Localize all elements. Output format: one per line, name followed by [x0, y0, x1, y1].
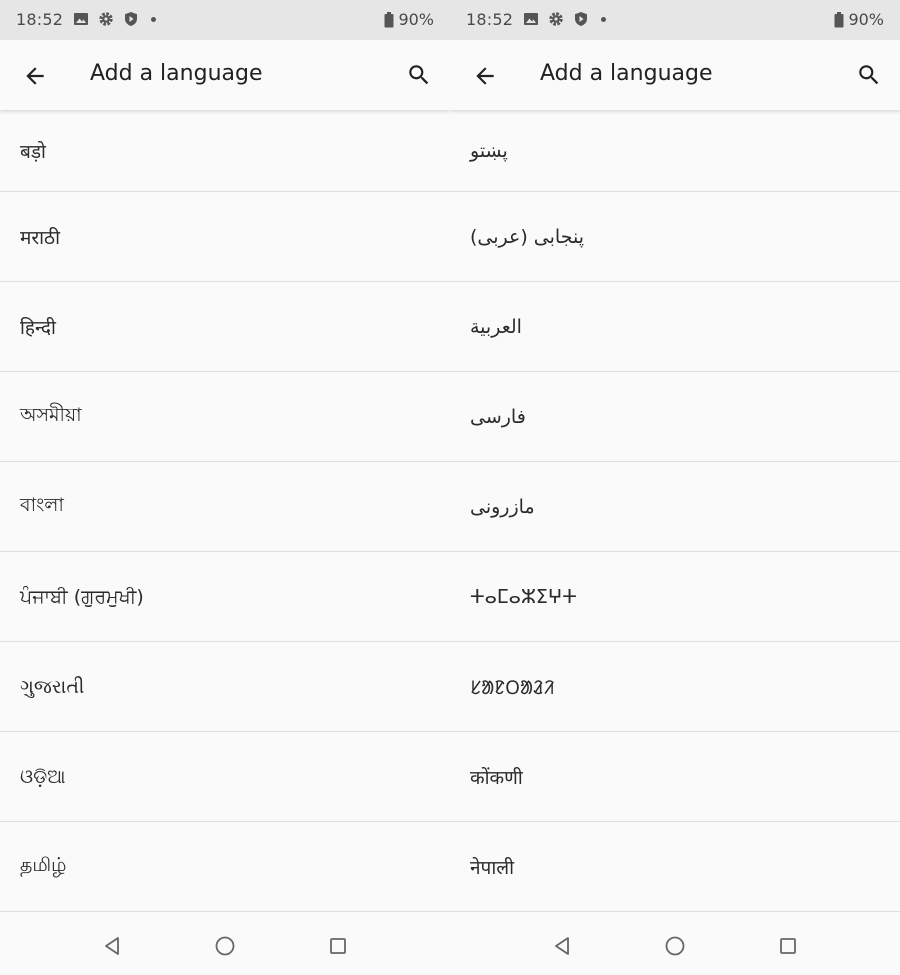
battery-level: 90% [848, 10, 884, 29]
language-item[interactable]: कोंकणी [450, 732, 900, 822]
language-item[interactable]: ગુજરાતી [0, 642, 450, 732]
dot-icon [601, 16, 606, 22]
language-item[interactable]: বাংলা [0, 462, 450, 552]
status-time: 18:52 [466, 10, 514, 29]
language-item[interactable]: தமிழ் [0, 822, 450, 912]
language-list: बड़ो मराठी हिन्दी অসমীয়া বাংলা ਪੰਜਾਬੀ (… [0, 110, 450, 912]
language-item[interactable]: فارسی [450, 372, 900, 462]
home-circle-icon[interactable] [214, 935, 236, 957]
language-item[interactable]: हिन्दी [0, 282, 450, 372]
gear-icon [549, 12, 563, 26]
shield-icon [125, 12, 137, 26]
language-list: پښتو پنجابی (عربی) العربية فارسی مازرونی… [450, 110, 900, 912]
language-item[interactable]: ଓଡ଼ିଆ [0, 732, 450, 822]
language-item[interactable]: ᱥᱟᱱᱛᱟᱲᱤ [450, 642, 900, 732]
back-triangle-icon[interactable] [551, 935, 573, 957]
language-item[interactable]: ⵜⴰⵎⴰⵣⵉⵖⵜ [450, 552, 900, 642]
battery-icon [384, 11, 394, 27]
dot-icon [151, 16, 156, 22]
language-item[interactable]: मराठी [0, 192, 450, 282]
recents-square-icon[interactable] [777, 935, 799, 957]
status-bar: 18:52 90% [450, 0, 900, 40]
shield-icon [575, 12, 587, 26]
language-item[interactable]: नेपाली [450, 822, 900, 912]
screen-right: 18:52 90% Add a language پښتو پنجابی (عر… [450, 0, 900, 975]
language-item[interactable]: ਪੰਜਾਬੀ (ਗੁਰਮੁਖੀ) [0, 552, 450, 642]
app-bar: Add a language [450, 40, 900, 110]
status-time: 18:52 [16, 10, 64, 29]
screen-left: 18:52 90% Add a language बड़ो मराठी हिन्… [0, 0, 450, 975]
language-item[interactable]: پښتو [450, 110, 900, 192]
back-arrow-icon[interactable] [22, 63, 48, 89]
language-item[interactable]: مازرونی [450, 462, 900, 552]
page-title: Add a language [90, 61, 263, 86]
recents-square-icon[interactable] [327, 935, 349, 957]
image-icon [524, 13, 538, 25]
language-item[interactable]: অসমীয়া [0, 372, 450, 462]
navigation-bar [450, 915, 900, 975]
gear-icon [99, 12, 113, 26]
app-bar: Add a language [0, 40, 450, 110]
back-triangle-icon[interactable] [101, 935, 123, 957]
page-title: Add a language [540, 61, 713, 86]
search-icon[interactable] [406, 62, 432, 88]
navigation-bar [0, 915, 450, 975]
status-bar: 18:52 90% [0, 0, 450, 40]
search-icon[interactable] [856, 62, 882, 88]
image-icon [74, 13, 88, 25]
language-item[interactable]: बड़ो [0, 110, 450, 192]
language-item[interactable]: پنجابی (عربی) [450, 192, 900, 282]
home-circle-icon[interactable] [664, 935, 686, 957]
battery-icon [834, 11, 844, 27]
language-item[interactable]: العربية [450, 282, 900, 372]
back-arrow-icon[interactable] [472, 63, 498, 89]
battery-level: 90% [398, 10, 434, 29]
